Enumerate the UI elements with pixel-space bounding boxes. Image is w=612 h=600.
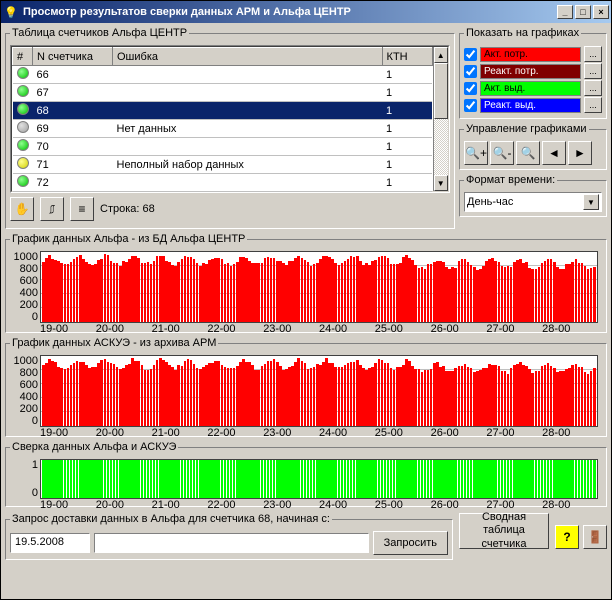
scroll-down-button[interactable]: ▼ (434, 175, 448, 191)
chart-2-title: График данных АСКУЭ - из архива АРМ (10, 337, 218, 349)
close-button[interactable]: × (593, 5, 609, 19)
col-status[interactable]: # (13, 48, 33, 66)
legend-swatch: Реакт. выд. (480, 98, 581, 113)
table-row[interactable]: 701 (13, 138, 433, 156)
legend-group: Показать на графиках Акт. потр....Реакт.… (459, 27, 607, 119)
col-error[interactable]: Ошибка (113, 48, 383, 66)
table-row[interactable]: 721 (13, 174, 433, 192)
table-row[interactable]: 681 (13, 102, 433, 120)
pan-right-button[interactable]: ► (568, 141, 592, 165)
status-line: Строка: 68 (100, 203, 155, 215)
legend-checkbox[interactable] (464, 99, 477, 112)
status-dot (17, 157, 29, 169)
status-dot (17, 121, 29, 133)
request-button[interactable]: Запросить (373, 531, 448, 555)
table-row[interactable]: 661 (13, 66, 433, 84)
request-group: Запрос доставки данных в Альфа для счетч… (5, 513, 453, 560)
exit-button[interactable]: 🚪 (583, 525, 607, 549)
time-format-group: Формат времени: День-час ▼ (459, 174, 607, 217)
chart-controls-title: Управление графиками (464, 123, 589, 135)
zoom-in-button[interactable]: 🔍+ (464, 141, 488, 165)
minimize-button[interactable]: _ (557, 5, 573, 19)
maximize-button[interactable]: □ (575, 5, 591, 19)
time-format-select[interactable]: День-час ▼ (464, 192, 602, 212)
legend-more-button[interactable]: ... (584, 63, 602, 79)
table-scrollbar[interactable]: ▲ ▼ (433, 47, 448, 191)
counters-table-group: Таблица счетчиков Альфа ЦЕНТР # N счетчи… (5, 27, 455, 229)
status-dot (17, 67, 29, 79)
legend-swatch: Реакт. потр. (480, 64, 581, 79)
chart-controls-group: Управление графиками 🔍+ 🔍- 🔍 ◄ ► (459, 123, 607, 170)
pan-left-button[interactable]: ◄ (542, 141, 566, 165)
time-format-title: Формат времени: (464, 174, 557, 186)
table-row[interactable]: 69Нет данных1 (13, 120, 433, 138)
zoom-out-button[interactable]: 🔍- (490, 141, 514, 165)
chart-3-title: Сверка данных Альфа и АСКУЭ (10, 441, 178, 453)
help-button[interactable]: ? (555, 525, 579, 549)
chart-1-title: График данных Альфа - из БД Альфа ЦЕНТР (10, 233, 247, 245)
progress-bar (94, 533, 369, 553)
legend-more-button[interactable]: ... (584, 80, 602, 96)
chart-3-group: Сверка данных Альфа и АСКУЭ 10 19-0020-0… (5, 441, 607, 507)
request-title: Запрос доставки данных в Альфа для счетч… (10, 513, 332, 525)
tool-button-1[interactable]: ✋ (10, 197, 34, 221)
col-counter[interactable]: N счетчика (33, 48, 113, 66)
col-ktn[interactable]: КТН (382, 48, 432, 66)
status-dot (17, 85, 29, 97)
summary-button[interactable]: Сводная таблица счетчика (459, 513, 549, 549)
time-format-value: День-час (467, 196, 513, 208)
legend-title: Показать на графиках (464, 27, 581, 39)
tool-button-3[interactable]: ≡ (70, 197, 94, 221)
chevron-down-icon: ▼ (583, 194, 599, 210)
legend-swatch: Акт. потр. (480, 47, 581, 62)
titlebar: 💡 Просмотр результатов сверки данных АРМ… (1, 1, 611, 23)
tool-button-2[interactable]: ⎎ (40, 197, 64, 221)
chart-1-group: График данных Альфа - из БД Альфа ЦЕНТР … (5, 233, 607, 333)
zoom-reset-button[interactable]: 🔍 (516, 141, 540, 165)
status-dot (17, 139, 29, 151)
table-row[interactable]: 71Неполный набор данных1 (13, 156, 433, 174)
scroll-thumb[interactable] (434, 63, 448, 119)
table-row[interactable]: 671 (13, 84, 433, 102)
status-dot (17, 103, 29, 115)
counters-table[interactable]: # N счетчика Ошибка КТН 66167168169Нет д… (12, 47, 433, 192)
legend-checkbox[interactable] (464, 65, 477, 78)
scroll-up-button[interactable]: ▲ (434, 47, 448, 63)
legend-checkbox[interactable] (464, 82, 477, 95)
legend-more-button[interactable]: ... (584, 46, 602, 62)
window-title: Просмотр результатов сверки данных АРМ и… (23, 6, 557, 18)
counters-table-title: Таблица счетчиков Альфа ЦЕНТР (10, 27, 189, 39)
date-input[interactable]: 19.5.2008 (10, 533, 90, 553)
app-icon: 💡 (3, 4, 19, 20)
chart-2-group: График данных АСКУЭ - из архива АРМ 1000… (5, 337, 607, 437)
legend-swatch: Акт. выд. (480, 81, 581, 96)
legend-more-button[interactable]: ... (584, 97, 602, 113)
status-dot (17, 175, 29, 187)
legend-checkbox[interactable] (464, 48, 477, 61)
